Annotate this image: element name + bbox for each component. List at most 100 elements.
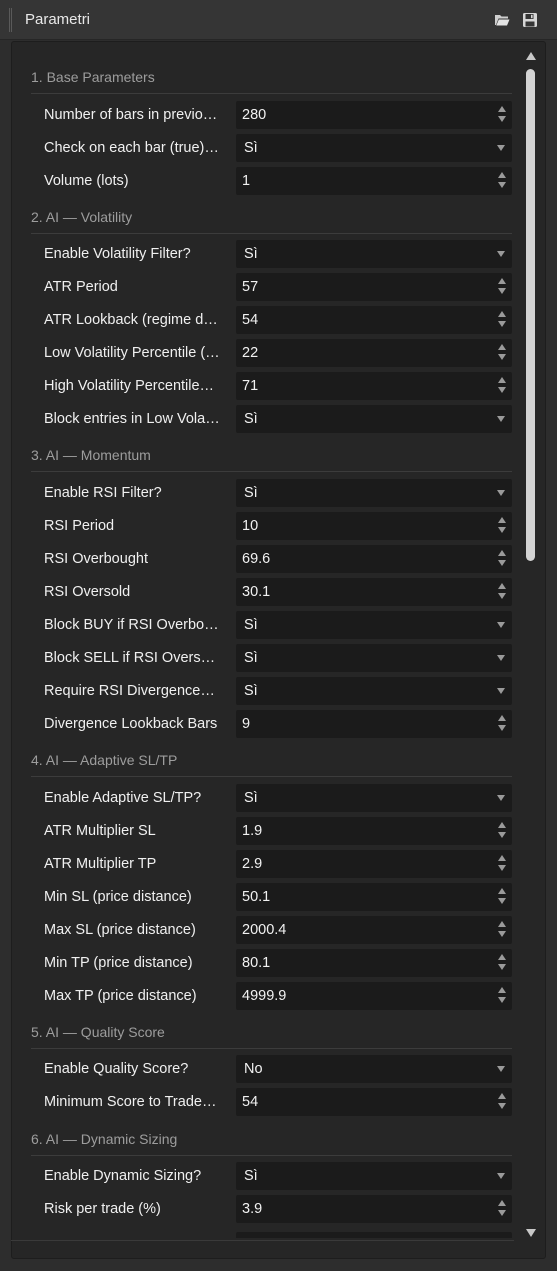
decrement-arrow-icon[interactable] (498, 321, 506, 327)
decrement-arrow-icon[interactable] (498, 832, 506, 838)
increment-arrow-icon[interactable] (498, 1093, 506, 1099)
chevron-down-icon[interactable] (497, 622, 505, 628)
decrement-arrow-icon[interactable] (498, 560, 506, 566)
spinner-arrows[interactable] (498, 1093, 506, 1111)
decrement-arrow-icon[interactable] (498, 997, 506, 1003)
parameter-stepper[interactable]: 1 (236, 167, 512, 195)
spinner-arrows[interactable] (498, 1200, 506, 1218)
increment-arrow-icon[interactable] (498, 377, 506, 383)
parameter-stepper[interactable]: 69.6 (236, 545, 512, 573)
decrement-arrow-icon[interactable] (498, 931, 506, 937)
increment-arrow-icon[interactable] (498, 888, 506, 894)
increment-arrow-icon[interactable] (498, 822, 506, 828)
increment-arrow-icon[interactable] (498, 106, 506, 112)
decrement-arrow-icon[interactable] (498, 898, 506, 904)
decrement-arrow-icon[interactable] (498, 964, 506, 970)
decrement-arrow-icon[interactable] (498, 182, 506, 188)
chevron-down-icon[interactable] (497, 490, 505, 496)
decrement-arrow-icon[interactable] (498, 354, 506, 360)
chevron-down-icon[interactable] (497, 655, 505, 661)
parameter-dropdown[interactable]: Sì (236, 1162, 512, 1190)
increment-arrow-icon[interactable] (498, 1200, 506, 1206)
parameter-stepper[interactable]: 57 (236, 273, 512, 301)
parameter-stepper[interactable]: 2000.4 (236, 916, 512, 944)
increment-arrow-icon[interactable] (498, 921, 506, 927)
chevron-down-icon[interactable] (497, 251, 505, 257)
spinner-arrows[interactable] (498, 344, 506, 362)
increment-arrow-icon[interactable] (498, 855, 506, 861)
decrement-arrow-icon[interactable] (498, 288, 506, 294)
panel-title: Parametri (25, 11, 91, 28)
increment-arrow-icon[interactable] (498, 715, 506, 721)
partially-visible-field[interactable] (236, 1232, 512, 1238)
increment-arrow-icon[interactable] (498, 311, 506, 317)
spinner-arrows[interactable] (498, 921, 506, 939)
parameter-dropdown[interactable]: Sì (236, 240, 512, 268)
spinner-arrows[interactable] (498, 822, 506, 840)
increment-arrow-icon[interactable] (498, 172, 506, 178)
parameter-dropdown[interactable]: Sì (236, 405, 512, 433)
parameter-dropdown[interactable]: Sì (236, 644, 512, 672)
increment-arrow-icon[interactable] (498, 517, 506, 523)
parameter-stepper[interactable]: 10 (236, 512, 512, 540)
chevron-down-icon[interactable] (497, 145, 505, 151)
parameter-dropdown[interactable]: Sì (236, 479, 512, 507)
chevron-down-icon[interactable] (497, 688, 505, 694)
decrement-arrow-icon[interactable] (498, 593, 506, 599)
spinner-arrows[interactable] (498, 278, 506, 296)
spinner-arrows[interactable] (498, 987, 506, 1005)
parameter-stepper[interactable]: 30.1 (236, 578, 512, 606)
increment-arrow-icon[interactable] (498, 954, 506, 960)
spinner-arrows[interactable] (498, 715, 506, 733)
chevron-down-icon[interactable] (497, 416, 505, 422)
parameter-stepper[interactable]: 54 (236, 306, 512, 334)
parameter-stepper[interactable]: 3.9 (236, 1195, 512, 1223)
increment-arrow-icon[interactable] (498, 344, 506, 350)
parameter-dropdown[interactable]: No (236, 1055, 512, 1083)
spinner-arrows[interactable] (498, 106, 506, 124)
increment-arrow-icon[interactable] (498, 583, 506, 589)
spinner-arrows[interactable] (498, 377, 506, 395)
scroll-up-arrow-icon[interactable] (526, 52, 536, 60)
parameter-dropdown[interactable]: Sì (236, 677, 512, 705)
parameter-dropdown[interactable]: Sì (236, 784, 512, 812)
folder-open-icon[interactable] (494, 12, 510, 28)
spinner-arrows[interactable] (498, 172, 506, 190)
parameter-stepper[interactable]: 54 (236, 1088, 512, 1116)
spinner-arrows[interactable] (498, 311, 506, 329)
parameter-stepper[interactable]: 280 (236, 101, 512, 129)
decrement-arrow-icon[interactable] (498, 725, 506, 731)
decrement-arrow-icon[interactable] (498, 387, 506, 393)
decrement-arrow-icon[interactable] (498, 527, 506, 533)
parameter-dropdown[interactable]: Sì (236, 134, 512, 162)
parameter-stepper[interactable]: 50.1 (236, 883, 512, 911)
decrement-arrow-icon[interactable] (498, 865, 506, 871)
parameter-stepper[interactable]: 71 (236, 372, 512, 400)
parameter-stepper[interactable]: 9 (236, 710, 512, 738)
spinner-arrows[interactable] (498, 888, 506, 906)
chevron-down-icon[interactable] (497, 1066, 505, 1072)
decrement-arrow-icon[interactable] (498, 1210, 506, 1216)
scrollbar-thumb[interactable] (526, 69, 535, 561)
increment-arrow-icon[interactable] (498, 987, 506, 993)
increment-arrow-icon[interactable] (498, 550, 506, 556)
parameter-stepper[interactable]: 1.9 (236, 817, 512, 845)
decrement-arrow-icon[interactable] (498, 1103, 506, 1109)
spinner-arrows[interactable] (498, 517, 506, 535)
spinner-arrows[interactable] (498, 550, 506, 568)
spinner-arrows[interactable] (498, 954, 506, 972)
decrement-arrow-icon[interactable] (498, 116, 506, 122)
chevron-down-icon[interactable] (497, 1173, 505, 1179)
spinner-arrows[interactable] (498, 583, 506, 601)
drag-grip-icon[interactable] (9, 8, 12, 32)
save-icon[interactable] (522, 12, 538, 28)
chevron-down-icon[interactable] (497, 795, 505, 801)
scroll-down-arrow-icon[interactable] (526, 1229, 536, 1237)
parameter-dropdown[interactable]: Sì (236, 611, 512, 639)
parameter-stepper[interactable]: 4999.9 (236, 982, 512, 1010)
parameter-stepper[interactable]: 80.1 (236, 949, 512, 977)
parameter-stepper[interactable]: 2.9 (236, 850, 512, 878)
spinner-arrows[interactable] (498, 855, 506, 873)
increment-arrow-icon[interactable] (498, 278, 506, 284)
parameter-stepper[interactable]: 22 (236, 339, 512, 367)
